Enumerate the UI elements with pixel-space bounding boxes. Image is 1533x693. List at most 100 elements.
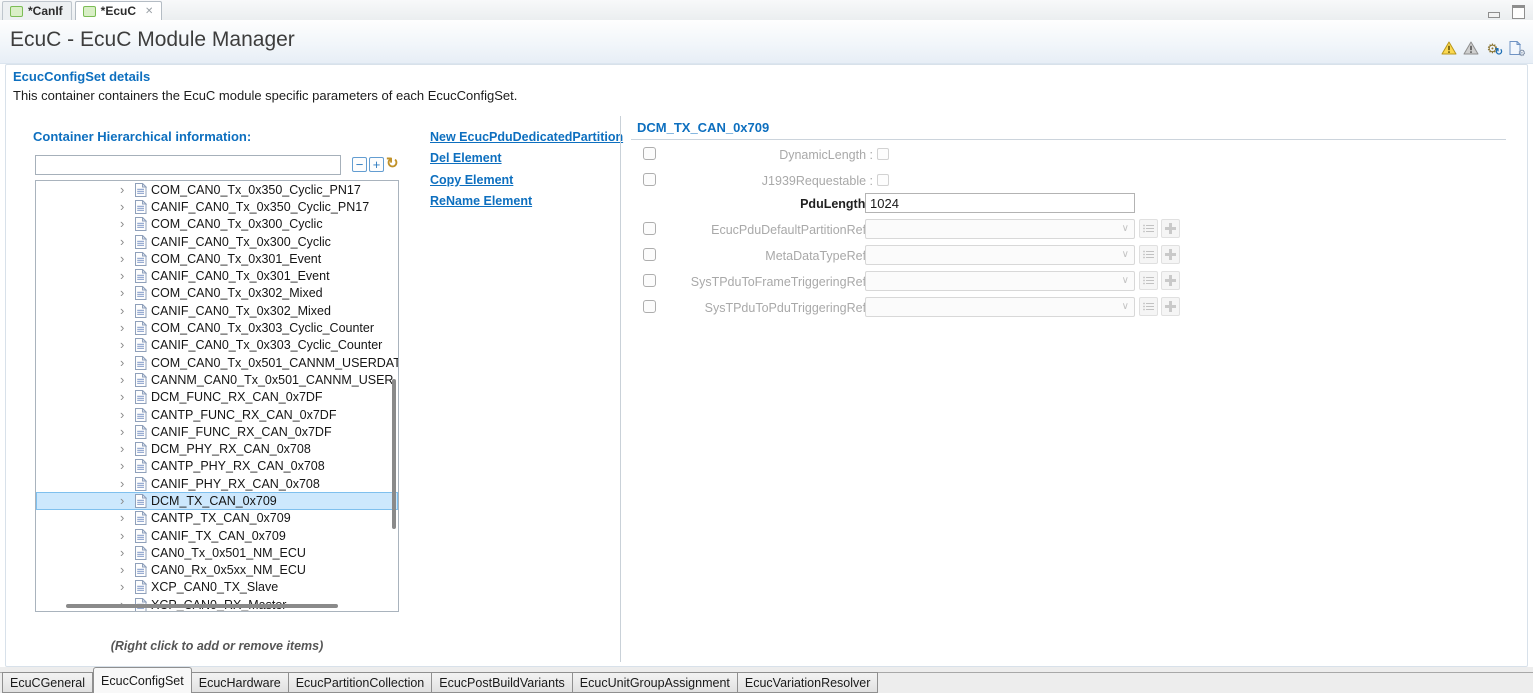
chevron-right-icon[interactable]: › xyxy=(120,185,131,195)
tree-item[interactable]: › COM_CAN0_Tx_0x501_CANNM_USERDAT xyxy=(36,354,398,371)
tree-item[interactable]: › CANTP_FUNC_RX_CAN_0x7DF xyxy=(36,406,398,423)
chevron-down-icon: ∨ xyxy=(1122,275,1129,286)
tree-item[interactable]: › CANTP_TX_CAN_0x709 xyxy=(36,510,398,527)
tree-item[interactable]: › CANIF_CAN0_Tx_0x301_Event xyxy=(36,267,398,284)
module-tab[interactable]: EcucPartitionCollection xyxy=(289,672,433,693)
tree-item[interactable]: › CAN0_Rx_0x5xx_NM_ECU xyxy=(36,562,398,579)
enable-checkbox[interactable] xyxy=(643,300,656,313)
chevron-down-icon: ∨ xyxy=(1122,249,1129,260)
chevron-right-icon[interactable]: › xyxy=(120,306,131,316)
tree-item[interactable]: › CANIF_PHY_RX_CAN_0x708 xyxy=(36,475,398,492)
module-tab[interactable]: EcucHardware xyxy=(192,672,289,693)
document-gear-icon[interactable]: ⚙ xyxy=(1506,40,1523,56)
document-icon xyxy=(134,252,147,266)
tree-item[interactable]: › COM_CAN0_Tx_0x301_Event xyxy=(36,250,398,267)
chevron-right-icon[interactable]: › xyxy=(120,444,131,454)
module-tab[interactable]: EcuCGeneral xyxy=(2,672,93,693)
chevron-right-icon[interactable]: › xyxy=(120,410,131,420)
add-button xyxy=(1161,219,1180,238)
close-icon[interactable]: ✕ xyxy=(145,6,153,17)
list-button xyxy=(1139,271,1158,290)
document-icon xyxy=(134,356,147,370)
list-button xyxy=(1139,245,1158,264)
chevron-right-icon[interactable]: › xyxy=(120,254,131,264)
chevron-right-icon[interactable]: › xyxy=(120,219,131,229)
collapse-all-button[interactable]: − xyxy=(352,157,367,172)
tree-item[interactable]: › CAN0_Tx_0x501_NM_ECU xyxy=(36,544,398,561)
maximize-icon[interactable] xyxy=(1512,5,1525,19)
panel-divider xyxy=(620,116,621,662)
chevron-right-icon[interactable]: › xyxy=(120,288,131,298)
detail-row: J1939Requestable : xyxy=(630,170,1190,194)
module-tab[interactable]: EcucConfigSet xyxy=(93,667,192,693)
chevron-right-icon[interactable]: › xyxy=(120,461,131,471)
action-link[interactable]: Copy Element xyxy=(430,170,623,191)
expand-all-button[interactable]: + xyxy=(369,157,384,172)
enable-checkbox[interactable] xyxy=(643,147,656,160)
vertical-scrollbar[interactable] xyxy=(392,379,396,529)
sync-gear-icon[interactable]: ⚙↻ xyxy=(1484,40,1501,56)
document-icon xyxy=(134,286,147,300)
editor-tab[interactable]: *EcuC✕ xyxy=(75,1,163,20)
reference-combobox: ∨ xyxy=(865,271,1135,291)
chevron-right-icon[interactable]: › xyxy=(120,237,131,247)
tree-item[interactable]: › CANNM_CAN0_Tx_0x501_CANNM_USER xyxy=(36,371,398,388)
horizontal-scrollbar[interactable] xyxy=(66,604,338,608)
enable-checkbox[interactable] xyxy=(643,248,656,261)
tree-item[interactable]: › CANIF_CAN0_Tx_0x300_Cyclic xyxy=(36,233,398,250)
tree-item[interactable]: › DCM_FUNC_RX_CAN_0x7DF xyxy=(36,389,398,406)
document-icon xyxy=(134,269,147,283)
field-label: DynamicLength : xyxy=(670,148,873,162)
document-icon xyxy=(134,373,147,387)
chevron-right-icon[interactable]: › xyxy=(120,202,131,212)
chevron-right-icon[interactable]: › xyxy=(120,340,131,350)
tree-search-input[interactable] xyxy=(35,155,341,175)
tree-item[interactable]: › CANIF_TX_CAN_0x709 xyxy=(36,527,398,544)
tree-item[interactable]: › CANIF_CAN0_Tx_0x350_Cyclic_PN17 xyxy=(36,198,398,215)
action-link[interactable]: ReName Element xyxy=(430,191,623,212)
enable-checkbox[interactable] xyxy=(643,274,656,287)
chevron-right-icon[interactable]: › xyxy=(120,392,131,402)
tree-item-label: DCM_TX_CAN_0x709 xyxy=(151,494,277,508)
chevron-right-icon[interactable]: › xyxy=(120,582,131,592)
chevron-right-icon[interactable]: › xyxy=(120,427,131,437)
chevron-right-icon[interactable]: › xyxy=(120,358,131,368)
tree-item-label: CANIF_CAN0_Tx_0x303_Cyclic_Counter xyxy=(151,338,382,352)
minimize-icon[interactable] xyxy=(1488,12,1500,18)
tree-item[interactable]: › CANTP_PHY_RX_CAN_0x708 xyxy=(36,458,398,475)
plus-icon xyxy=(1165,249,1176,260)
module-tab[interactable]: EcucVariationResolver xyxy=(738,672,879,693)
tree-item[interactable]: › CANIF_CAN0_Tx_0x303_Cyclic_Counter xyxy=(36,337,398,354)
enable-checkbox[interactable] xyxy=(643,222,656,235)
tree-item[interactable]: › CANIF_CAN0_Tx_0x302_Mixed xyxy=(36,302,398,319)
tree-item[interactable]: › COM_CAN0_Tx_0x303_Cyclic_Counter xyxy=(36,319,398,336)
chevron-right-icon[interactable]: › xyxy=(120,496,131,506)
view-window-buttons xyxy=(1488,5,1525,19)
chevron-right-icon[interactable]: › xyxy=(120,323,131,333)
action-link[interactable]: Del Element xyxy=(430,148,623,169)
chevron-right-icon[interactable]: › xyxy=(120,375,131,385)
chevron-right-icon[interactable]: › xyxy=(120,565,131,575)
tree-item[interactable]: › DCM_PHY_RX_CAN_0x708 xyxy=(36,440,398,457)
text-input[interactable] xyxy=(865,193,1135,213)
refresh-icon[interactable]: ↻ xyxy=(386,156,399,171)
enable-checkbox[interactable] xyxy=(643,173,656,186)
tree-item[interactable]: › COM_CAN0_Tx_0x300_Cyclic xyxy=(36,216,398,233)
chevron-down-icon: ∨ xyxy=(1122,301,1129,312)
chevron-right-icon[interactable]: › xyxy=(120,513,131,523)
action-link[interactable]: New EcucPduDedicatedPartition xyxy=(430,127,623,148)
chevron-right-icon[interactable]: › xyxy=(120,531,131,541)
chevron-right-icon[interactable]: › xyxy=(120,479,131,489)
module-tab[interactable]: EcucPostBuildVariants xyxy=(432,672,573,693)
module-tabs: EcuCGeneralEcucConfigSetEcucHardwareEcuc… xyxy=(2,667,878,693)
tree-item[interactable]: › CANIF_FUNC_RX_CAN_0x7DF xyxy=(36,423,398,440)
tree-item[interactable]: › XCP_CAN0_TX_Slave xyxy=(36,579,398,596)
chevron-right-icon[interactable]: › xyxy=(120,271,131,281)
tree-item[interactable]: › COM_CAN0_Tx_0x302_Mixed xyxy=(36,285,398,302)
tree-item[interactable]: › COM_CAN0_Tx_0x350_Cyclic_PN17 xyxy=(36,181,398,198)
editor-tab[interactable]: *CanIf xyxy=(2,1,72,20)
module-tab[interactable]: EcucUnitGroupAssignment xyxy=(573,672,738,693)
document-icon xyxy=(134,425,147,439)
tree-item[interactable]: › DCM_TX_CAN_0x709 xyxy=(36,492,398,509)
chevron-right-icon[interactable]: › xyxy=(120,548,131,558)
